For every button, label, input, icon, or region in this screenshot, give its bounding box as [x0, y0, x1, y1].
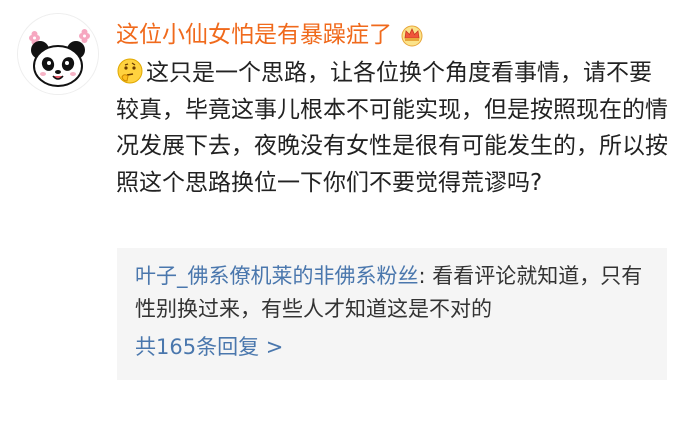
avatar[interactable]	[18, 14, 98, 94]
username-link[interactable]: 这位小仙女怕是有暴躁症了	[116, 18, 392, 52]
comment-text-block: 这只是一个思路，让各位换个角度看事情，请不要较真，毕竟这事儿根本不可能实现，但是…	[116, 55, 674, 201]
thinking-emoji-icon	[116, 57, 144, 85]
comment-header: 这位小仙女怕是有暴躁症了	[116, 18, 424, 52]
view-all-replies-link[interactable]: 共165条回复 >	[135, 332, 653, 362]
comment-text: 这只是一个思路，让各位换个角度看事情，请不要较真，毕竟这事儿根本不可能实现，但是…	[116, 60, 668, 196]
reply-separator: :	[418, 264, 433, 288]
reply-line: 叶子_佛系僚机莱的非佛系粉丝: 看看评论就知道，只有性别换过来，有些人才知道这是…	[135, 260, 653, 326]
crown-icon	[400, 23, 424, 47]
panda-avatar-icon	[18, 14, 98, 94]
reply-preview[interactable]: 叶子_佛系僚机莱的非佛系粉丝: 看看评论就知道，只有性别换过来，有些人才知道这是…	[117, 248, 667, 380]
reply-author-link[interactable]: 叶子_佛系僚机莱的非佛系粉丝	[135, 264, 419, 288]
